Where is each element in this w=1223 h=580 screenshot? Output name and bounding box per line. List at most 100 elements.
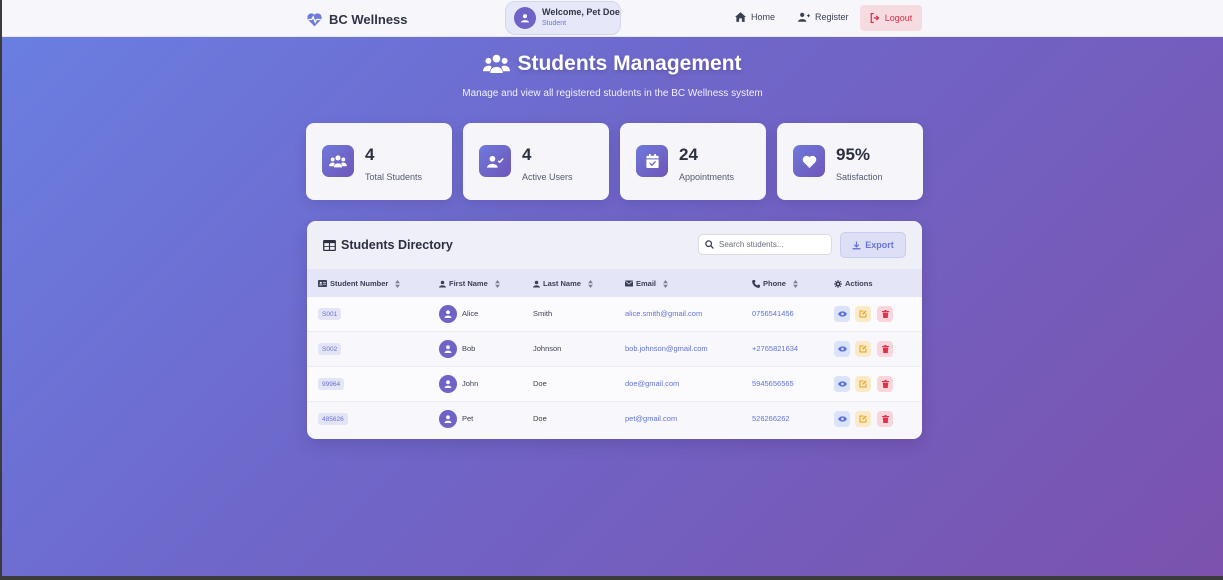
student-number-badge: S001 bbox=[318, 308, 342, 320]
delete-button[interactable] bbox=[877, 306, 893, 322]
nav-home[interactable]: Home bbox=[735, 12, 775, 22]
stat-value: 24 bbox=[679, 145, 698, 164]
column-label: Student Number bbox=[330, 279, 389, 288]
email-link[interactable]: bob.johnson@gmail.com bbox=[625, 344, 708, 353]
view-button[interactable] bbox=[834, 376, 850, 392]
table-row: 99964 John Doe doe@gmail.com 5945656565 bbox=[307, 367, 922, 402]
column-label: Email bbox=[636, 279, 657, 288]
column-actions: Actions bbox=[834, 279, 873, 288]
sort-icon bbox=[494, 279, 500, 288]
column-email[interactable]: Email bbox=[625, 279, 668, 288]
view-button[interactable] bbox=[834, 306, 850, 322]
user-welcome: Welcome, Pet Doe Student bbox=[505, 1, 621, 35]
phone-icon bbox=[752, 279, 760, 288]
trash-icon bbox=[881, 345, 889, 353]
edit-button[interactable] bbox=[855, 376, 871, 392]
export-button[interactable]: Export bbox=[840, 232, 906, 258]
view-button[interactable] bbox=[834, 411, 850, 427]
avatar bbox=[439, 340, 457, 358]
first-name: Bob bbox=[462, 344, 476, 353]
column-first-name[interactable]: First Name bbox=[439, 279, 500, 288]
calendar-check-icon bbox=[645, 154, 659, 168]
delete-button[interactable] bbox=[877, 411, 893, 427]
delete-button[interactable] bbox=[877, 341, 893, 357]
stat-card-active-users: 4 Active Users bbox=[463, 123, 609, 200]
phone-link[interactable]: +2765821634 bbox=[752, 344, 798, 353]
welcome-role: Student bbox=[542, 20, 567, 27]
stat-label: Appointments bbox=[679, 172, 735, 182]
brand[interactable]: BC Wellness bbox=[306, 10, 408, 28]
phone-link[interactable]: 0756541456 bbox=[752, 309, 794, 318]
sort-icon bbox=[793, 279, 798, 288]
edit-icon bbox=[859, 310, 867, 318]
logout-icon bbox=[870, 13, 880, 23]
delete-button[interactable] bbox=[877, 376, 893, 392]
table-row: S001 Alice Smith alice.smith@gmail.com 0… bbox=[307, 297, 922, 332]
page-title-text: Students Management bbox=[517, 52, 742, 75]
sort-icon bbox=[588, 279, 593, 288]
stat-card-satisfaction: 95% Satisfaction bbox=[777, 123, 923, 200]
edit-button[interactable] bbox=[855, 306, 871, 322]
nav-home-label: Home bbox=[751, 12, 776, 22]
edit-icon bbox=[859, 345, 867, 353]
navbar: BC Wellness Welcome, Pet Doe Student Hom… bbox=[2, 0, 1223, 37]
first-name: Alice bbox=[462, 309, 479, 318]
table-row: 485626 Pet Doe pet@gmail.com 526266262 bbox=[307, 402, 922, 437]
heartbeat-icon bbox=[307, 12, 322, 26]
students-directory: Students Directory Export bbox=[307, 221, 922, 439]
page: BC Wellness Welcome, Pet Doe Student Hom… bbox=[2, 0, 1223, 576]
last-name: Doe bbox=[533, 379, 547, 388]
search-icon bbox=[705, 240, 714, 249]
edit-button[interactable] bbox=[855, 411, 871, 427]
page-title: Students Management bbox=[2, 52, 1223, 76]
home-icon bbox=[735, 12, 746, 22]
search-box bbox=[698, 234, 832, 255]
email-link[interactable]: doe@gmail.com bbox=[625, 379, 679, 388]
user-icon bbox=[444, 415, 452, 423]
download-icon bbox=[852, 241, 861, 249]
view-button[interactable] bbox=[834, 341, 850, 357]
eye-icon bbox=[837, 346, 847, 352]
nav-register[interactable]: Register bbox=[798, 12, 849, 22]
last-name: Johnson bbox=[533, 344, 562, 353]
edit-icon bbox=[859, 415, 867, 423]
directory-title-text: Students Directory bbox=[341, 238, 453, 252]
trash-icon bbox=[881, 310, 889, 318]
stat-value: 4 bbox=[365, 145, 375, 164]
phone-link[interactable]: 5945656565 bbox=[752, 379, 794, 388]
logout-button[interactable]: Logout bbox=[860, 5, 922, 31]
user-icon bbox=[520, 14, 530, 23]
export-label: Export bbox=[865, 240, 894, 250]
stat-card-total-students: 4 Total Students bbox=[306, 123, 452, 200]
edit-button[interactable] bbox=[855, 341, 871, 357]
heart-icon bbox=[802, 155, 816, 168]
id-card-icon bbox=[318, 280, 327, 287]
user-check-icon bbox=[486, 155, 504, 168]
stat-label: Satisfaction bbox=[836, 172, 883, 182]
eye-icon bbox=[837, 311, 847, 317]
search-input[interactable] bbox=[719, 240, 827, 249]
stat-icon-bg bbox=[322, 145, 354, 177]
avatar bbox=[439, 410, 457, 428]
column-phone[interactable]: Phone bbox=[752, 279, 798, 288]
column-label: Last Name bbox=[543, 279, 581, 288]
nav-register-label: Register bbox=[815, 12, 849, 22]
users-icon bbox=[329, 154, 347, 167]
directory-header: Students Directory Export bbox=[307, 221, 922, 269]
stat-icon-bg bbox=[793, 145, 825, 177]
stat-label: Active Users bbox=[522, 172, 573, 182]
phone-link[interactable]: 526266262 bbox=[752, 414, 790, 423]
avatar bbox=[514, 7, 536, 29]
column-student-number[interactable]: Student Number bbox=[318, 279, 401, 288]
avatar bbox=[439, 375, 457, 393]
email-link[interactable]: pet@gmail.com bbox=[625, 414, 677, 423]
email-link[interactable]: alice.smith@gmail.com bbox=[625, 309, 702, 318]
last-name: Smith bbox=[533, 309, 553, 318]
edit-icon bbox=[859, 380, 867, 388]
directory-title: Students Directory bbox=[323, 238, 453, 252]
logout-label: Logout bbox=[884, 13, 913, 23]
student-number-badge: 485626 bbox=[318, 413, 348, 425]
column-last-name[interactable]: Last Name bbox=[533, 279, 593, 288]
stat-icon-bg bbox=[479, 145, 511, 177]
trash-icon bbox=[881, 415, 889, 423]
